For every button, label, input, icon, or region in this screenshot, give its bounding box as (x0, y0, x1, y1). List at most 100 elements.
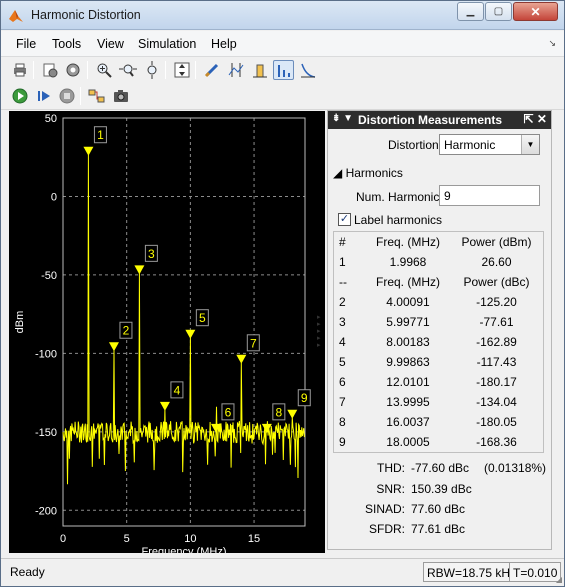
table-row: 7 13.9995 -134.04 (339, 395, 517, 409)
plot-frame (62, 117, 306, 527)
table-row: 6 12.0101 -180.17 (339, 375, 517, 389)
x-tick-label: 15 (248, 533, 260, 545)
menu-simulation[interactable]: Simulation (138, 37, 196, 51)
style-button[interactable] (201, 60, 222, 80)
harmonic-marker (159, 401, 170, 411)
zoom-in-icon (97, 63, 112, 78)
panel-resize-handle[interactable]: ▸ ▸ ▸ ▸ ▸ (317, 314, 321, 349)
label-harmonics-label: Label harmonics (354, 213, 443, 227)
panel-title: Distortion Measurements (358, 113, 503, 127)
main-toolbar (1, 57, 564, 84)
harmonic-label: 1 (97, 128, 104, 142)
harmonic-marker (185, 329, 196, 339)
table-row: 1 1.9968 26.60 (339, 255, 512, 269)
maximize-button[interactable]: ▢ (485, 2, 512, 21)
harmonics-section-toggle[interactable]: ◢ Harmonics (333, 166, 403, 180)
zoom-in-button[interactable] (93, 60, 114, 80)
x-tick-label: 5 (124, 533, 130, 545)
time-readout: T=0.010 (509, 562, 562, 582)
channel-measurements-button[interactable] (249, 60, 270, 80)
y-tick-label: -50 (41, 270, 57, 282)
menu-file[interactable]: File (16, 37, 36, 51)
harmonic-label: 8 (275, 405, 282, 419)
chevron-down-icon: ▼ (521, 135, 539, 154)
distortion-measurements-panel: ⇟ ▼ Distortion Measurements ⇱ ✕ Distorti… (327, 110, 552, 550)
matlab-app-icon (9, 10, 23, 22)
dock-arrow-icon[interactable]: ↘ (548, 38, 556, 49)
measurement-settings-button[interactable] (39, 60, 60, 80)
scale-axes-button[interactable] (171, 60, 192, 80)
harmonic-label: 9 (301, 391, 308, 405)
y-tick-label: -150 (35, 427, 57, 439)
harmonic-marker (134, 265, 145, 275)
harmonic-marker (108, 342, 119, 352)
channel-measurements-icon (252, 64, 267, 78)
status-text: Ready (10, 565, 45, 579)
snr-row: SNR: 150.39 dBc (376, 482, 472, 496)
highlight-simulink-button[interactable] (86, 86, 107, 106)
menu-help[interactable]: Help (211, 37, 237, 51)
minimize-icon: ▁ (466, 6, 475, 17)
run-button[interactable] (9, 86, 30, 106)
style-brush-icon (204, 63, 218, 78)
zoom-y-button[interactable] (141, 60, 162, 80)
title-bar: Harmonic Distortion ▁ ▢ ✕ (1, 1, 564, 30)
highlight-simulink-icon (88, 89, 104, 103)
ccdf-button[interactable] (297, 60, 318, 80)
step-forward-button[interactable] (33, 86, 54, 106)
menu-view[interactable]: View (97, 37, 124, 51)
harmonic-label: 4 (174, 383, 181, 397)
print-icon (13, 63, 26, 77)
cursor-measurements-button[interactable] (225, 60, 246, 80)
table-row: 4 8.00183 -162.89 (339, 335, 517, 349)
sfdr-row: SFDR: 77.61 dBc (369, 522, 466, 536)
harmonic-label: 3 (148, 247, 155, 261)
distortion-measurements-icon (277, 65, 290, 77)
close-button[interactable]: ✕ (513, 2, 558, 21)
distortion-select[interactable]: Harmonic ▼ (439, 134, 540, 155)
harmonic-marker (83, 146, 94, 156)
num-harmonics-label: Num. Harmonics: (356, 190, 449, 204)
ccdf-icon (300, 63, 315, 78)
spectrum-trace (62, 154, 305, 485)
num-harmonics-input[interactable]: 9 (439, 185, 540, 206)
table-row: 2 4.00091 -125.20 (339, 295, 517, 309)
table-header-row-dbc: -- Freq. (MHz) Power (dBc) (339, 275, 530, 289)
harmonic-marker (236, 354, 247, 364)
table-header-row: # Freq. (MHz) Power (dBm) (339, 235, 532, 249)
zoom-x-button[interactable] (117, 60, 138, 80)
panel-header: ⇟ ▼ Distortion Measurements ⇱ ✕ (328, 111, 551, 129)
table-row: 8 16.0037 -180.05 (339, 415, 517, 429)
x-tick-label: 10 (184, 533, 196, 545)
stop-icon (59, 88, 74, 104)
panel-pin-icon[interactable]: ⇟ ▼ (332, 113, 353, 124)
table-row: 9 18.0005 -168.36 (339, 435, 517, 449)
harmonic-label: 2 (123, 324, 130, 338)
harmonic-marker (287, 409, 298, 419)
stop-button[interactable] (56, 86, 77, 106)
minimize-button[interactable]: ▁ (457, 2, 484, 21)
scale-axes-icon (174, 62, 189, 78)
menu-tools[interactable]: Tools (52, 37, 81, 51)
cursor-measurements-icon (228, 63, 243, 77)
settings-button[interactable] (62, 60, 83, 80)
y-axis-label: dBm (14, 311, 26, 334)
run-icon (12, 88, 27, 104)
distortion-select-value: Harmonic (444, 138, 496, 152)
spectrum-plot[interactable]: 50 0 -50 -100 -150 -200 0 5 10 15 Frequency (MHz) d… (9, 111, 325, 553)
x-axis-label: Frequency (MHz) (142, 546, 227, 553)
panel-undock-close-icon[interactable]: ⇱ ✕ (524, 112, 547, 126)
distortion-measurements-button[interactable] (273, 60, 294, 80)
thd-row: THD: -77.60 dBc (0.01318%) (377, 461, 547, 475)
label-harmonics-checkbox[interactable]: ✓ (338, 213, 351, 226)
harmonics-table: # Freq. (MHz) Power (dBm) 1 1.9968 26.60… (333, 231, 544, 453)
harmonic-label: 5 (199, 311, 206, 325)
close-icon: ✕ (530, 4, 541, 19)
print-button[interactable] (9, 60, 30, 80)
harmonic-label: 6 (225, 405, 232, 419)
menu-bar: File Tools View Simulation Help ↘ (1, 31, 564, 57)
snapshot-button[interactable] (110, 86, 131, 106)
resize-grip-icon[interactable]: ◢ (556, 575, 562, 584)
y-tick-label: 50 (45, 113, 57, 125)
y-tick-label: -100 (35, 348, 57, 360)
